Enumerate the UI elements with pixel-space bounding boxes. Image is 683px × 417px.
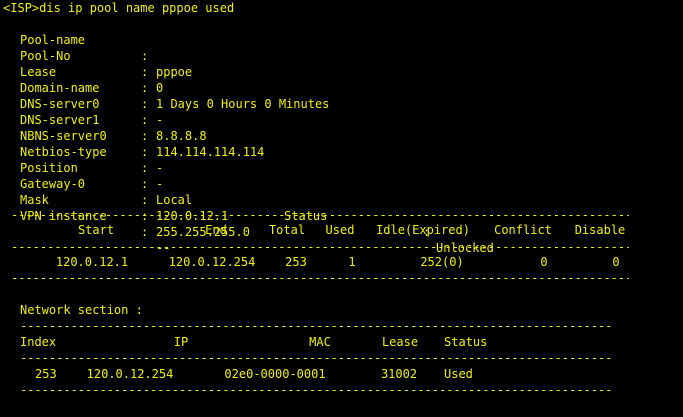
field-dns-server1: DNS-server1 : 114.114.114.114 (20, 96, 660, 159)
table-cell: 0 (540, 255, 548, 269)
table-cell: Used (444, 367, 473, 381)
column-header: MAC (309, 335, 331, 349)
table-cell: 253 (285, 255, 307, 269)
field-pool-name: Pool-name : pppoe (20, 16, 660, 79)
column-header: Conflict (494, 223, 552, 237)
table-cell: 252(0) (420, 255, 464, 269)
table-cell: 120.0.12.254 (168, 255, 256, 269)
column-header: Idle(Expired) (376, 223, 470, 237)
field-netbios-type: Netbios-type : - (20, 128, 660, 191)
column-header: Lease (381, 335, 419, 349)
column-header: Disable (574, 223, 626, 237)
field-position: Position : Local Status : Unlocked (20, 144, 660, 255)
separator-line: ----------------------------------------… (11, 240, 629, 254)
field-lease: Lease : 1 Days 0 Hours 0 Minutes (20, 48, 660, 111)
column-header: Status (444, 335, 488, 349)
pool-table-row: 120.0.12.1 120.0.12.254 253 1 252(0) 0 0 (0, 254, 683, 270)
table-cell: 0 (612, 255, 620, 269)
separator-line: ----------------------------------------… (11, 271, 629, 285)
command-line: <ISP>dis ip pool name pppoe used (3, 1, 235, 15)
column-header: End (205, 223, 227, 237)
terminal-window[interactable]: <ISP>dis ip pool name pppoe used Pool-na… (0, 0, 683, 417)
column-header: Index (20, 335, 57, 349)
table-cell: 1 (348, 255, 356, 269)
network-section-label: Network section : (20, 303, 143, 317)
table-cell: 120.0.12.1 (55, 255, 129, 269)
field-pool-no: Pool-No : 0 (20, 32, 660, 95)
field-vpn-instance: VPN instance : -- (20, 192, 660, 255)
pool-table-header: Start End Total Used Idle(Expired) Confl… (0, 222, 683, 238)
table-cell: 31002 (380, 367, 418, 381)
field-dns-server0: DNS-server0 : 8.8.8.8 (20, 80, 660, 143)
field-domain-name: Domain-name : - (20, 64, 660, 127)
field-nbns-server0: NBNS-server0 : - (20, 112, 660, 175)
table-cell: 02e0-0000-0001 (224, 367, 326, 381)
field-mask: Mask : 255.255.255.0 (20, 176, 660, 239)
column-header: Start (77, 223, 115, 237)
separator-line: ----------------------------------------… (20, 383, 612, 397)
column-header: IP (173, 335, 189, 349)
column-header: Total (268, 223, 306, 237)
field-gateway: Gateway-0 : 120.0.12.1 (20, 160, 660, 223)
column-header: Used (325, 223, 355, 237)
table-cell: 253 (35, 367, 57, 381)
separator-line: ----------------------------------------… (11, 208, 629, 222)
table-cell: 120.0.12.254 (86, 367, 174, 381)
separator-line: ----------------------------------------… (20, 319, 612, 333)
network-table-header: Index IP MAC Lease Status (0, 334, 683, 350)
network-table-row: 253 120.0.12.254 02e0-0000-0001 31002 Us… (0, 366, 683, 382)
separator-line: ----------------------------------------… (20, 351, 612, 365)
